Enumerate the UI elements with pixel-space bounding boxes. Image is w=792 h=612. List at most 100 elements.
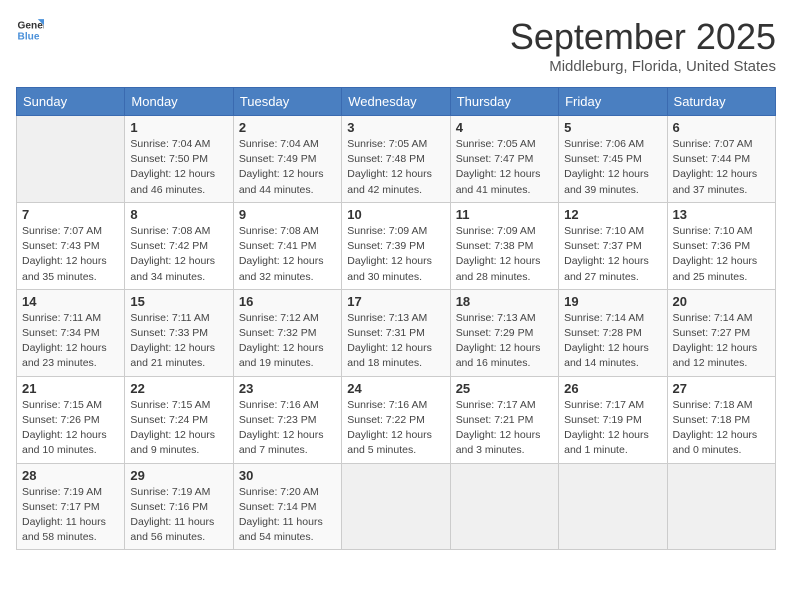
day-info: Sunrise: 7:17 AM Sunset: 7:21 PM Dayligh… [456,398,553,459]
day-number: 16 [239,294,336,309]
day-number: 4 [456,120,553,135]
calendar-cell [17,116,125,203]
day-info: Sunrise: 7:07 AM Sunset: 7:43 PM Dayligh… [22,224,119,285]
day-info: Sunrise: 7:14 AM Sunset: 7:27 PM Dayligh… [673,311,770,372]
day-number: 19 [564,294,661,309]
day-number: 15 [130,294,227,309]
day-number: 12 [564,207,661,222]
calendar-cell: 2 Sunrise: 7:04 AM Sunset: 7:49 PM Daylig… [233,116,341,203]
calendar-cell [342,463,450,550]
day-info: Sunrise: 7:09 AM Sunset: 7:39 PM Dayligh… [347,224,444,285]
day-number: 27 [673,381,770,396]
day-info: Sunrise: 7:17 AM Sunset: 7:19 PM Dayligh… [564,398,661,459]
calendar-cell: 25 Sunrise: 7:17 AM Sunset: 7:21 PM Dayli… [450,376,558,463]
calendar-cell: 5 Sunrise: 7:06 AM Sunset: 7:45 PM Daylig… [559,116,667,203]
day-of-week-header: Tuesday [233,88,341,116]
calendar-cell: 3 Sunrise: 7:05 AM Sunset: 7:48 PM Daylig… [342,116,450,203]
calendar-table: SundayMondayTuesdayWednesdayThursdayFrid… [16,87,776,550]
day-info: Sunrise: 7:12 AM Sunset: 7:32 PM Dayligh… [239,311,336,372]
day-number: 13 [673,207,770,222]
day-number: 14 [22,294,119,309]
calendar-week-row: 28 Sunrise: 7:19 AM Sunset: 7:17 PM Dayli… [17,463,776,550]
day-info: Sunrise: 7:19 AM Sunset: 7:17 PM Dayligh… [22,485,119,546]
day-number: 7 [22,207,119,222]
month-title: September 2025 [510,16,776,58]
day-number: 28 [22,468,119,483]
day-info: Sunrise: 7:19 AM Sunset: 7:16 PM Dayligh… [130,485,227,546]
calendar-cell: 4 Sunrise: 7:05 AM Sunset: 7:47 PM Daylig… [450,116,558,203]
day-info: Sunrise: 7:06 AM Sunset: 7:45 PM Dayligh… [564,137,661,198]
calendar-cell: 17 Sunrise: 7:13 AM Sunset: 7:31 PM Dayli… [342,289,450,376]
location-subtitle: Middleburg, Florida, United States [510,58,776,75]
calendar-cell: 22 Sunrise: 7:15 AM Sunset: 7:24 PM Dayli… [125,376,233,463]
calendar-cell: 10 Sunrise: 7:09 AM Sunset: 7:39 PM Dayli… [342,202,450,289]
calendar-cell: 28 Sunrise: 7:19 AM Sunset: 7:17 PM Dayli… [17,463,125,550]
calendar-cell: 8 Sunrise: 7:08 AM Sunset: 7:42 PM Daylig… [125,202,233,289]
logo: General Blue [16,16,44,44]
day-info: Sunrise: 7:10 AM Sunset: 7:37 PM Dayligh… [564,224,661,285]
calendar-cell: 14 Sunrise: 7:11 AM Sunset: 7:34 PM Dayli… [17,289,125,376]
calendar-cell: 9 Sunrise: 7:08 AM Sunset: 7:41 PM Daylig… [233,202,341,289]
day-info: Sunrise: 7:08 AM Sunset: 7:41 PM Dayligh… [239,224,336,285]
calendar-week-row: 14 Sunrise: 7:11 AM Sunset: 7:34 PM Dayli… [17,289,776,376]
day-info: Sunrise: 7:16 AM Sunset: 7:22 PM Dayligh… [347,398,444,459]
day-number: 20 [673,294,770,309]
calendar-cell: 23 Sunrise: 7:16 AM Sunset: 7:23 PM Dayli… [233,376,341,463]
day-info: Sunrise: 7:04 AM Sunset: 7:50 PM Dayligh… [130,137,227,198]
calendar-cell: 13 Sunrise: 7:10 AM Sunset: 7:36 PM Dayli… [667,202,775,289]
day-number: 5 [564,120,661,135]
day-info: Sunrise: 7:15 AM Sunset: 7:26 PM Dayligh… [22,398,119,459]
calendar-cell: 24 Sunrise: 7:16 AM Sunset: 7:22 PM Dayli… [342,376,450,463]
calendar-cell: 18 Sunrise: 7:13 AM Sunset: 7:29 PM Dayli… [450,289,558,376]
calendar-cell: 21 Sunrise: 7:15 AM Sunset: 7:26 PM Dayli… [17,376,125,463]
calendar-week-row: 7 Sunrise: 7:07 AM Sunset: 7:43 PM Daylig… [17,202,776,289]
day-number: 2 [239,120,336,135]
day-info: Sunrise: 7:10 AM Sunset: 7:36 PM Dayligh… [673,224,770,285]
calendar-cell: 19 Sunrise: 7:14 AM Sunset: 7:28 PM Dayli… [559,289,667,376]
day-info: Sunrise: 7:18 AM Sunset: 7:18 PM Dayligh… [673,398,770,459]
day-info: Sunrise: 7:13 AM Sunset: 7:31 PM Dayligh… [347,311,444,372]
day-info: Sunrise: 7:05 AM Sunset: 7:48 PM Dayligh… [347,137,444,198]
calendar-cell: 11 Sunrise: 7:09 AM Sunset: 7:38 PM Dayli… [450,202,558,289]
day-info: Sunrise: 7:05 AM Sunset: 7:47 PM Dayligh… [456,137,553,198]
logo-icon: General Blue [16,16,44,44]
calendar-cell: 26Sunrise: 7:17 AM Sunset: 7:19 PM Dayli… [559,376,667,463]
calendar-cell: 20 Sunrise: 7:14 AM Sunset: 7:27 PM Dayli… [667,289,775,376]
day-number: 9 [239,207,336,222]
calendar-cell: 30Sunrise: 7:20 AM Sunset: 7:14 PM Dayli… [233,463,341,550]
day-info: Sunrise: 7:16 AM Sunset: 7:23 PM Dayligh… [239,398,336,459]
day-info: Sunrise: 7:11 AM Sunset: 7:34 PM Dayligh… [22,311,119,372]
day-number: 1 [130,120,227,135]
day-info: Sunrise: 7:15 AM Sunset: 7:24 PM Dayligh… [130,398,227,459]
day-info: Sunrise: 7:14 AM Sunset: 7:28 PM Dayligh… [564,311,661,372]
day-info: Sunrise: 7:13 AM Sunset: 7:29 PM Dayligh… [456,311,553,372]
calendar-cell [450,463,558,550]
day-number: 11 [456,207,553,222]
day-number: 6 [673,120,770,135]
calendar-header-row: SundayMondayTuesdayWednesdayThursdayFrid… [17,88,776,116]
day-number: 10 [347,207,444,222]
day-number: 23 [239,381,336,396]
day-number: 3 [347,120,444,135]
day-number: 17 [347,294,444,309]
calendar-cell [667,463,775,550]
day-number: 22 [130,381,227,396]
day-info: Sunrise: 7:11 AM Sunset: 7:33 PM Dayligh… [130,311,227,372]
calendar-week-row: 1 Sunrise: 7:04 AM Sunset: 7:50 PM Daylig… [17,116,776,203]
day-of-week-header: Saturday [667,88,775,116]
calendar-cell: 16 Sunrise: 7:12 AM Sunset: 7:32 PM Dayli… [233,289,341,376]
day-number: 21 [22,381,119,396]
day-info: Sunrise: 7:08 AM Sunset: 7:42 PM Dayligh… [130,224,227,285]
day-number: 25 [456,381,553,396]
day-of-week-header: Monday [125,88,233,116]
day-info: Sunrise: 7:09 AM Sunset: 7:38 PM Dayligh… [456,224,553,285]
day-number: 18 [456,294,553,309]
svg-text:General: General [18,20,44,31]
day-number: 24 [347,381,444,396]
day-info: Sunrise: 7:04 AM Sunset: 7:49 PM Dayligh… [239,137,336,198]
day-number: 8 [130,207,227,222]
svg-text:Blue: Blue [18,31,40,42]
page-header: General Blue September 2025 Middleburg, … [16,16,776,75]
calendar-cell [559,463,667,550]
day-of-week-header: Friday [559,88,667,116]
